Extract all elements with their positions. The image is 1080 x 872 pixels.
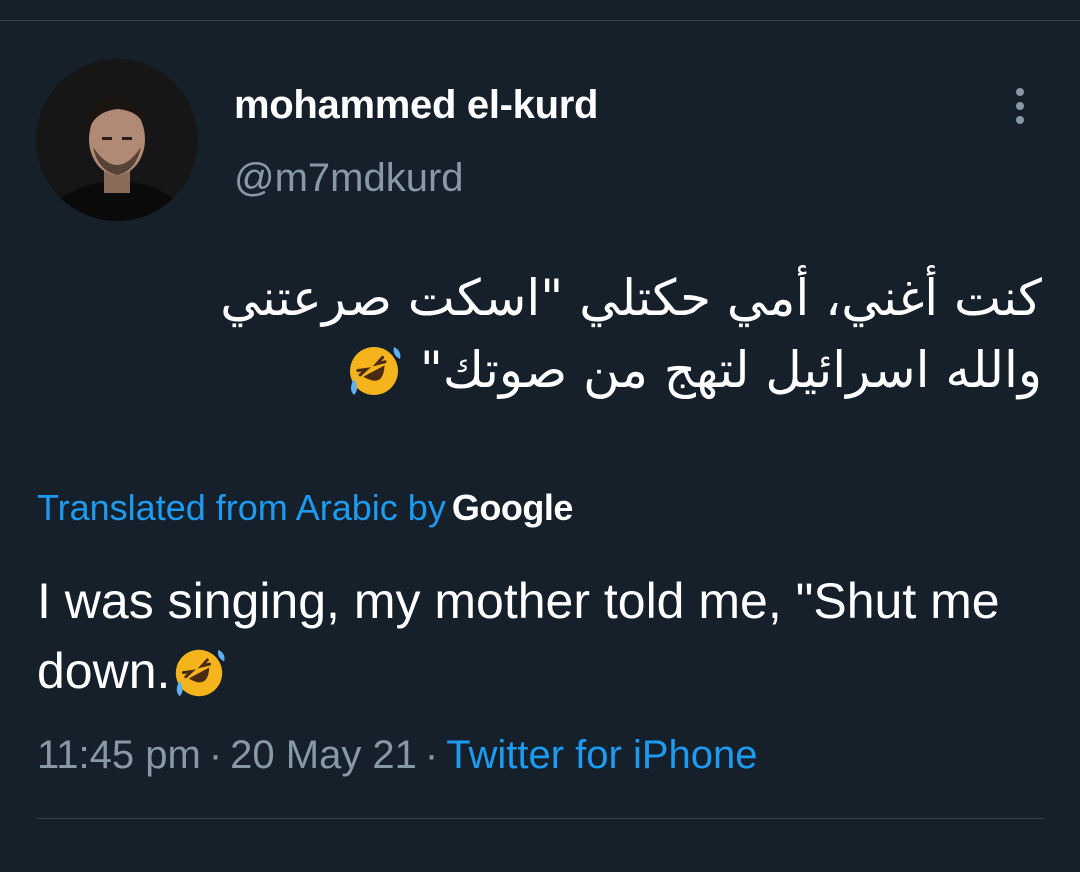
vertical-ellipsis-icon[interactable] <box>1000 84 1040 128</box>
translation-attribution[interactable]: Translated from Arabic by Google <box>37 486 573 530</box>
tweet-source-link[interactable]: Twitter for iPhone <box>446 733 757 777</box>
tweet-text-original-line-2-text: والله اسرائيل لتهج من صوتك" <box>403 341 1042 399</box>
author-handle[interactable]: @m7mdkurd <box>234 153 464 203</box>
stats-divider <box>37 818 1044 819</box>
tweet-meta: 11:45 pm · 20 May 21 · Twitter for iPhone <box>37 730 758 780</box>
google-logo: Google <box>451 487 574 528</box>
avatar[interactable] <box>36 59 198 221</box>
tweet-text-original-line-1: كنت أغني، أمي حكتلي "اسكت صرعتني <box>220 269 1042 327</box>
avatar-photo <box>36 59 198 221</box>
author-display-name[interactable]: mohammed el-kurd <box>234 80 598 130</box>
translation-label: Translated from Arabic by <box>37 487 446 528</box>
tweet-date[interactable]: 20 May 21 <box>230 733 417 777</box>
tweet-text-original: كنت أغني، أمي حكتلي "اسكت صرعتني والله ا… <box>42 262 1042 420</box>
tweet-text-translated: I was singing, my mother told me, "Shut … <box>37 566 1047 720</box>
top-divider <box>0 20 1080 21</box>
tweet-time[interactable]: 11:45 pm <box>37 733 201 777</box>
rolling-on-floor-laughing-emoji-icon <box>344 341 404 420</box>
tweet-text-original-line-2: والله اسرائيل لتهج من صوتك" <box>42 334 1042 420</box>
rolling-on-floor-laughing-emoji-icon <box>170 644 228 720</box>
meta-separator: · <box>424 733 439 777</box>
meta-separator: · <box>208 733 223 777</box>
